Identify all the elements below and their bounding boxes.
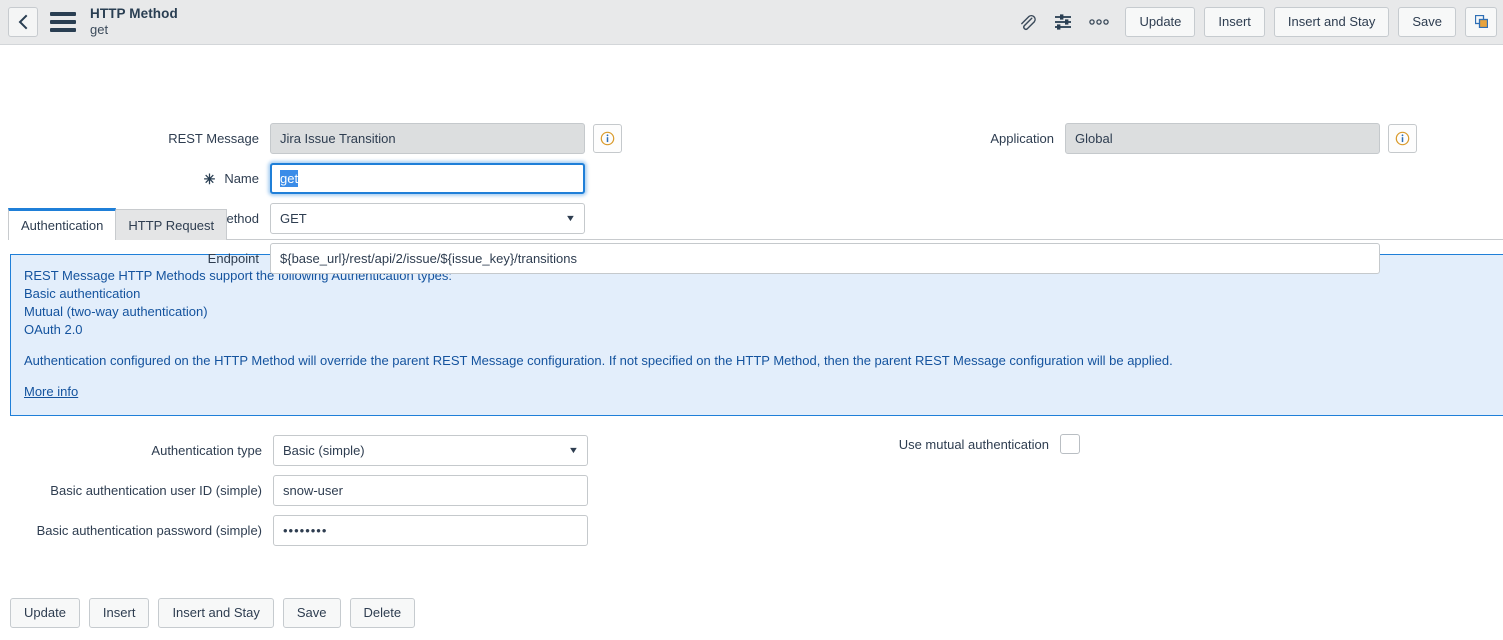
more-info-link[interactable]: More info xyxy=(24,383,78,401)
banner-type-oauth: OAuth 2.0 xyxy=(24,322,83,337)
field-basic-password: Basic authentication password (simple) •… xyxy=(0,515,588,546)
basic-password-input[interactable]: •••••••• xyxy=(273,515,588,546)
tab-authentication[interactable]: Authentication xyxy=(8,208,117,241)
hamburger-menu-icon[interactable] xyxy=(50,10,76,34)
footer-insert-button[interactable]: Insert xyxy=(88,598,150,628)
header-extra-icon-button[interactable] xyxy=(1465,7,1497,37)
rest-message-input: Jira Issue Transition xyxy=(270,123,585,154)
more-options-icon[interactable] xyxy=(1081,5,1117,39)
use-mutual-authentication-checkbox[interactable] xyxy=(1060,434,1080,454)
back-button[interactable] xyxy=(8,7,38,37)
record-name: get xyxy=(90,22,109,38)
authentication-info-banner: REST Message HTTP Methods support the fo… xyxy=(10,254,1503,416)
footer-update-button[interactable]: Update xyxy=(10,598,80,628)
tab-authentication-label: Authentication xyxy=(21,218,104,233)
record-title-block: HTTP Method get xyxy=(90,6,178,37)
footer-save-button[interactable]: Save xyxy=(282,598,341,628)
header-update-button[interactable]: Update xyxy=(1125,7,1196,37)
tab-http-request-label: HTTP Request xyxy=(128,217,215,233)
info-icon xyxy=(600,131,615,146)
attachment-icon[interactable] xyxy=(1009,5,1045,39)
header-button-group: Update Insert Insert and Stay Save xyxy=(1125,7,1497,37)
app-header: HTTP Method get Update Insert Insert and… xyxy=(0,0,1503,45)
application-info-button[interactable] xyxy=(1388,124,1417,153)
footer-button-group: Update Insert Insert and Stay Save Delet… xyxy=(10,598,416,628)
chevron-down-icon: ▼ xyxy=(567,445,580,455)
footer-delete-button[interactable]: Delete xyxy=(349,598,416,628)
rest-message-label: REST Message xyxy=(168,131,259,146)
header-icon-group xyxy=(1009,5,1117,39)
name-input[interactable]: get xyxy=(270,163,585,194)
personalize-icon[interactable] xyxy=(1045,5,1081,39)
header-save-button[interactable]: Save xyxy=(1398,7,1456,37)
field-application: Application Global xyxy=(795,123,1417,154)
name-label-text: Name xyxy=(224,171,259,186)
endpoint-input[interactable]: ${base_url}/rest/api/2/issue/${issue_key… xyxy=(270,243,1380,274)
field-endpoint: Endpoint ${base_url}/rest/api/2/issue/${… xyxy=(0,243,1380,274)
basic-user-id-input[interactable]: snow-user xyxy=(273,475,588,506)
banner-type-basic: Basic authentication xyxy=(24,286,141,301)
field-basic-user-id: Basic authentication user ID (simple) sn… xyxy=(0,475,588,506)
authentication-type-select[interactable]: Basic (simple) ▼ xyxy=(273,435,588,466)
tab-http-request[interactable]: HTTP Request xyxy=(115,209,228,240)
footer-insert-and-stay-button[interactable]: Insert and Stay xyxy=(158,598,274,628)
field-rest-message: REST Message Jira Issue Transition xyxy=(0,123,622,154)
name-input-value: get xyxy=(280,170,299,187)
banner-note: Authentication configured on the HTTP Me… xyxy=(24,353,1173,368)
header-insert-and-stay-button[interactable]: Insert and Stay xyxy=(1273,7,1390,37)
top-form-section: REST Message Jira Issue Transition Appli… xyxy=(0,45,1503,274)
name-label: ✳ Name xyxy=(0,171,270,186)
chevron-left-icon xyxy=(17,14,29,30)
mandatory-star-icon: ✳ xyxy=(203,170,216,187)
field-use-mutual-authentication: Use mutual authentication xyxy=(660,434,1080,454)
application-label: Application xyxy=(990,131,1054,146)
footer-divider xyxy=(8,588,1503,589)
basic-user-id-label: Basic authentication user ID (simple) xyxy=(50,483,262,498)
info-icon xyxy=(1395,131,1410,146)
authentication-type-value: Basic (simple) xyxy=(283,443,365,458)
banner-type-mutual: Mutual (two-way authentication) xyxy=(24,304,208,319)
field-authentication-type: Authentication type Basic (simple) ▼ xyxy=(0,435,588,466)
basic-password-label: Basic authentication password (simple) xyxy=(36,523,262,538)
rest-message-info-button[interactable] xyxy=(593,124,622,153)
field-name: ✳ Name get xyxy=(0,163,585,194)
tab-strip: Authentication HTTP Request xyxy=(8,208,1503,241)
page-title: HTTP Method xyxy=(90,6,178,22)
authentication-fields-section: Authentication type Basic (simple) ▼ Use… xyxy=(0,429,1503,549)
application-input: Global xyxy=(1065,123,1380,154)
authentication-type-label: Authentication type xyxy=(151,443,262,458)
header-insert-button[interactable]: Insert xyxy=(1204,7,1265,37)
use-mutual-authentication-label: Use mutual authentication xyxy=(898,436,1049,452)
endpoint-label: Endpoint xyxy=(207,251,259,266)
